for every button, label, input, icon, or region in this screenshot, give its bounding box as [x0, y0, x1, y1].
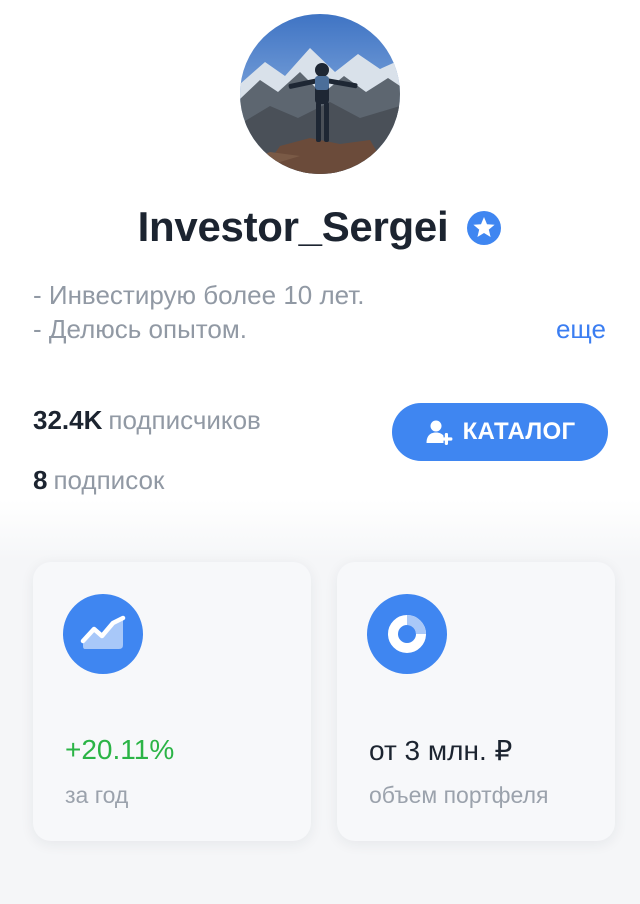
- trend-chart-icon: [63, 594, 143, 674]
- avatar[interactable]: [240, 14, 400, 174]
- portfolio-label: объем портфеля: [369, 782, 549, 808]
- bio-line: - Инвестирую более 10 лет.: [33, 280, 365, 310]
- following-label: подписок: [53, 465, 165, 495]
- followers-stat[interactable]: 32.4K подписчиков: [33, 404, 261, 436]
- followers-count: 32.4K: [33, 405, 103, 435]
- bio-line: - Делюсь опытом.: [33, 314, 247, 344]
- username: Investor_Sergei: [137, 203, 449, 250]
- return-label: за год: [65, 782, 129, 808]
- donut-chart-icon: [367, 594, 447, 674]
- portfolio-value: от 3 млн. ₽: [369, 735, 513, 766]
- following-stat[interactable]: 8 подписок: [33, 464, 164, 496]
- profile-photo: [240, 14, 400, 174]
- portfolio-card[interactable]: от 3 млн. ₽ объем портфеля: [337, 562, 615, 841]
- add-user-icon: [426, 420, 453, 445]
- catalog-button[interactable]: КАТАЛОГ: [392, 403, 608, 461]
- followers-label: подписчиков: [108, 405, 261, 435]
- following-count: 8: [33, 465, 48, 495]
- profile-header: Investor_Sergei: [0, 200, 640, 254]
- return-value: +20.11%: [65, 734, 175, 765]
- more-link[interactable]: еще: [556, 312, 606, 346]
- catalog-button-label: КАТАЛОГ: [462, 418, 576, 445]
- bio: - Инвестирую более 10 лет. - Делюсь опыт…: [33, 278, 365, 346]
- star-badge-icon: [467, 211, 502, 245]
- return-card[interactable]: +20.11% за год: [33, 562, 311, 841]
